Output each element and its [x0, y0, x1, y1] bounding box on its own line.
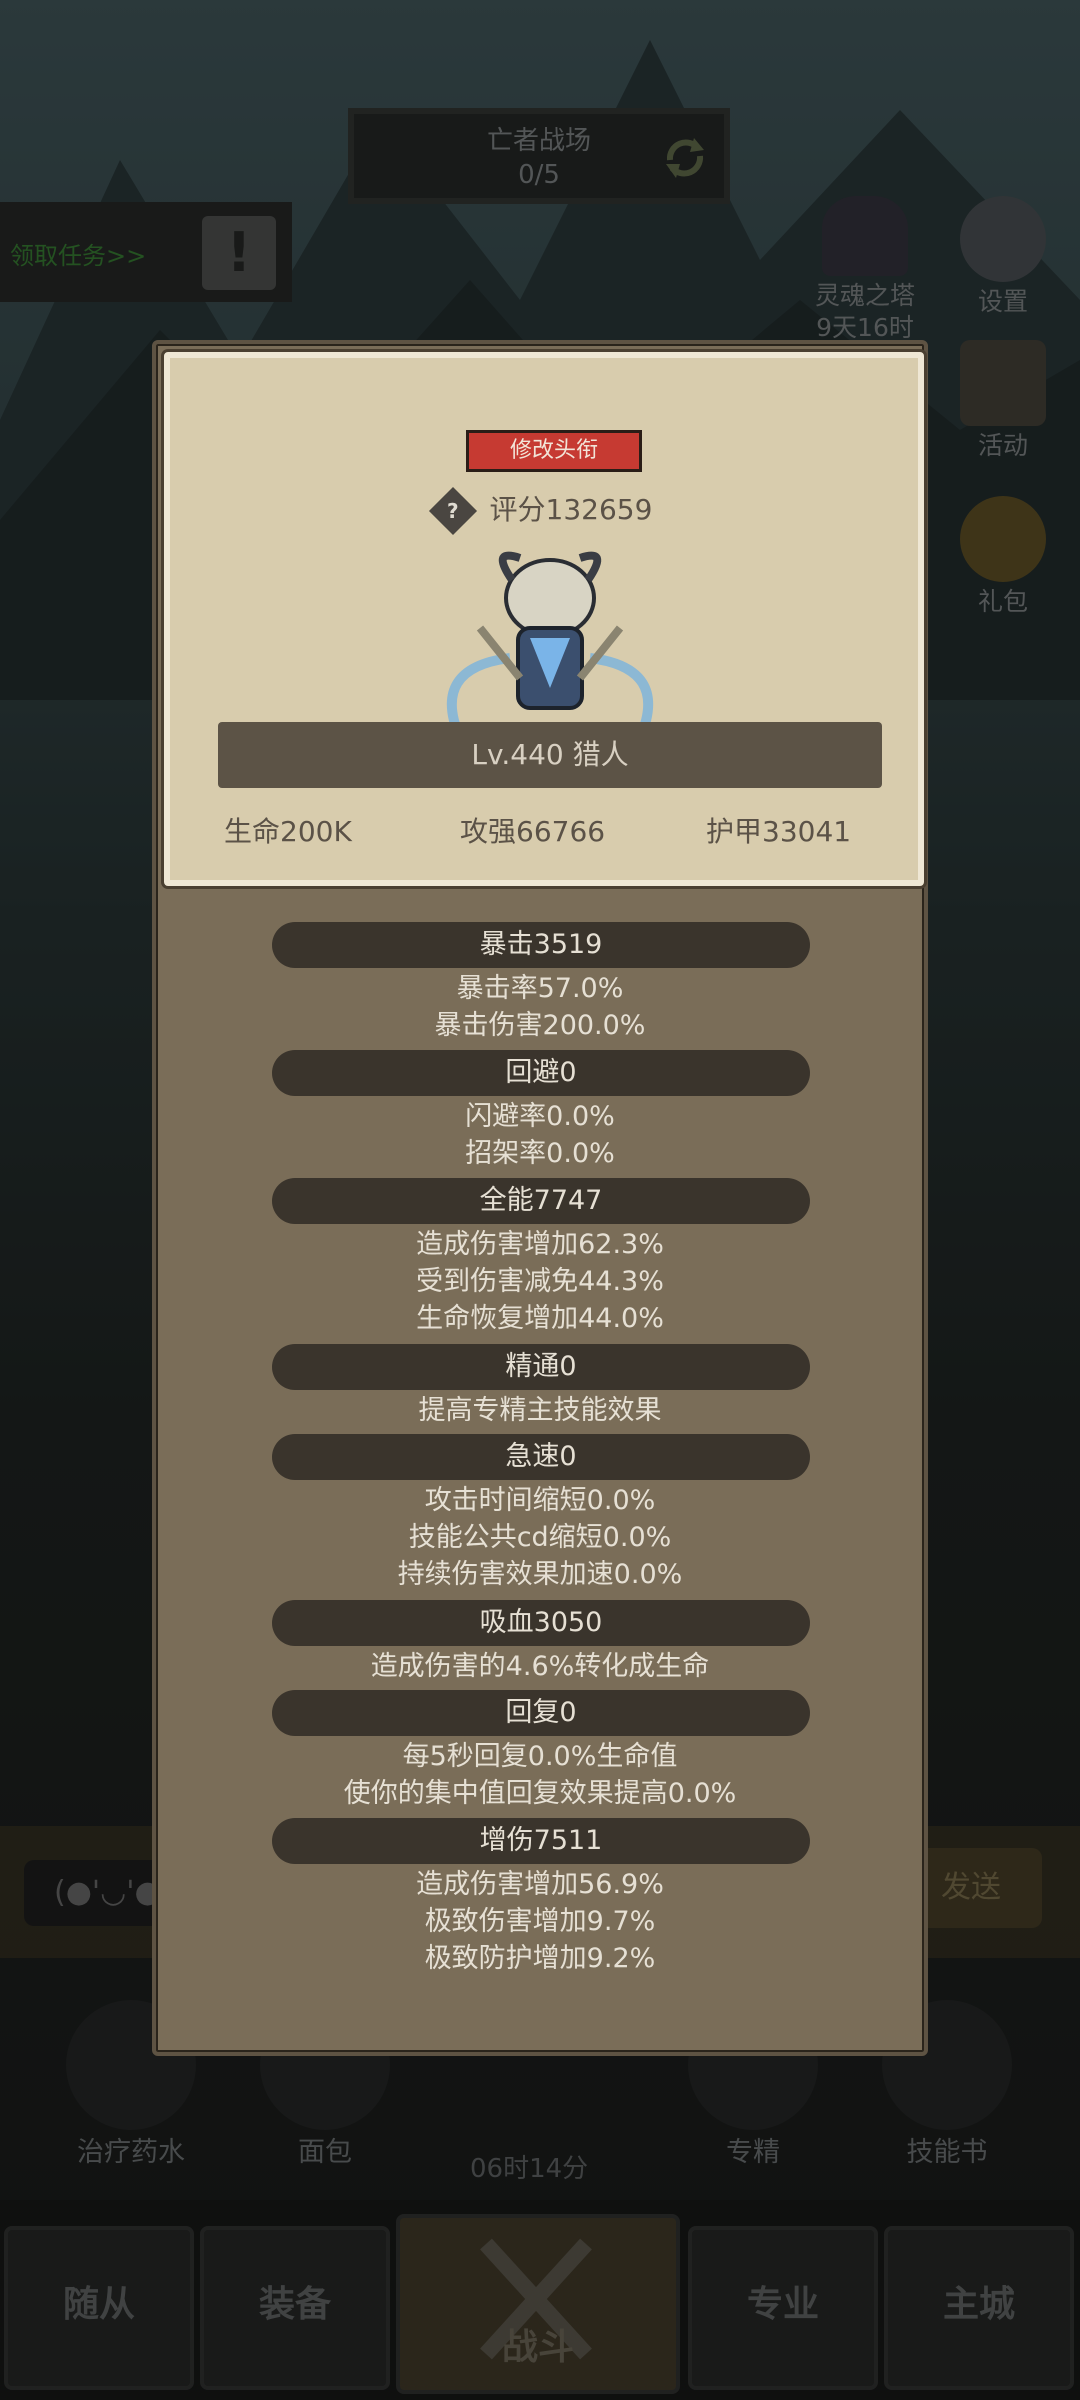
stat-line: 使你的集中值回复效果提高0.0%	[343, 1778, 737, 1809]
character-card: 修改头衔 ? 评分132659 Lv.440 猎人 生命200K 攻强66766 …	[164, 352, 924, 886]
stat-header: 回避0	[272, 1050, 810, 1096]
stat-header: 精通0	[272, 1344, 810, 1390]
stat-line: 造成伤害增加56.9%	[416, 1869, 664, 1900]
armor-stat: 护甲33041	[706, 815, 852, 848]
stat-line: 极致防护增加9.2%	[424, 1943, 656, 1974]
level-class-bar: Lv.440 猎人	[218, 722, 882, 788]
score-row: ? 评分132659	[170, 486, 918, 536]
hp-stat: 生命200K	[224, 815, 352, 848]
stat-line: 生命恢复增加44.0%	[416, 1303, 664, 1334]
stat-line: 技能公共cd缩短0.0%	[408, 1522, 672, 1553]
stat-header: 回复0	[272, 1690, 810, 1736]
stat-header: 暴击3519	[272, 922, 810, 968]
stat-line: 暴击伤害200.0%	[434, 1010, 646, 1041]
stat-line: 攻击时间缩短0.0%	[424, 1485, 656, 1516]
stat-line: 受到伤害减免44.3%	[416, 1266, 664, 1297]
help-icon[interactable]: ?	[428, 486, 477, 536]
stat-line: 持续伤害效果加速0.0%	[397, 1559, 683, 1590]
stat-line: 招架率0.0%	[465, 1138, 615, 1169]
stat-header: 急速0	[272, 1434, 810, 1480]
stat-header: 全能7747	[272, 1178, 810, 1224]
character-stats-modal: 修改头衔 ? 评分132659 Lv.440 猎人 生命200K 攻强66766 …	[152, 340, 928, 2056]
stat-line: 造成伤害的4.6%转化成生命	[370, 1651, 710, 1682]
stat-line: 每5秒回复0.0%生命值	[402, 1741, 678, 1772]
stat-line: 极致伤害增加9.7%	[424, 1906, 656, 1937]
stat-line: 闪避率0.0%	[465, 1101, 615, 1132]
stat-header: 吸血3050	[272, 1600, 810, 1646]
stat-header: 增伤7511	[272, 1818, 810, 1864]
score-value: 评分132659	[489, 493, 653, 526]
stat-line: 暴击率57.0%	[456, 973, 624, 1004]
stat-line: 提高专精主技能效果	[418, 1395, 662, 1426]
attack-stat: 攻强66766	[460, 815, 606, 848]
change-title-button[interactable]: 修改头衔	[466, 430, 642, 472]
stat-line: 造成伤害增加62.3%	[416, 1229, 664, 1260]
